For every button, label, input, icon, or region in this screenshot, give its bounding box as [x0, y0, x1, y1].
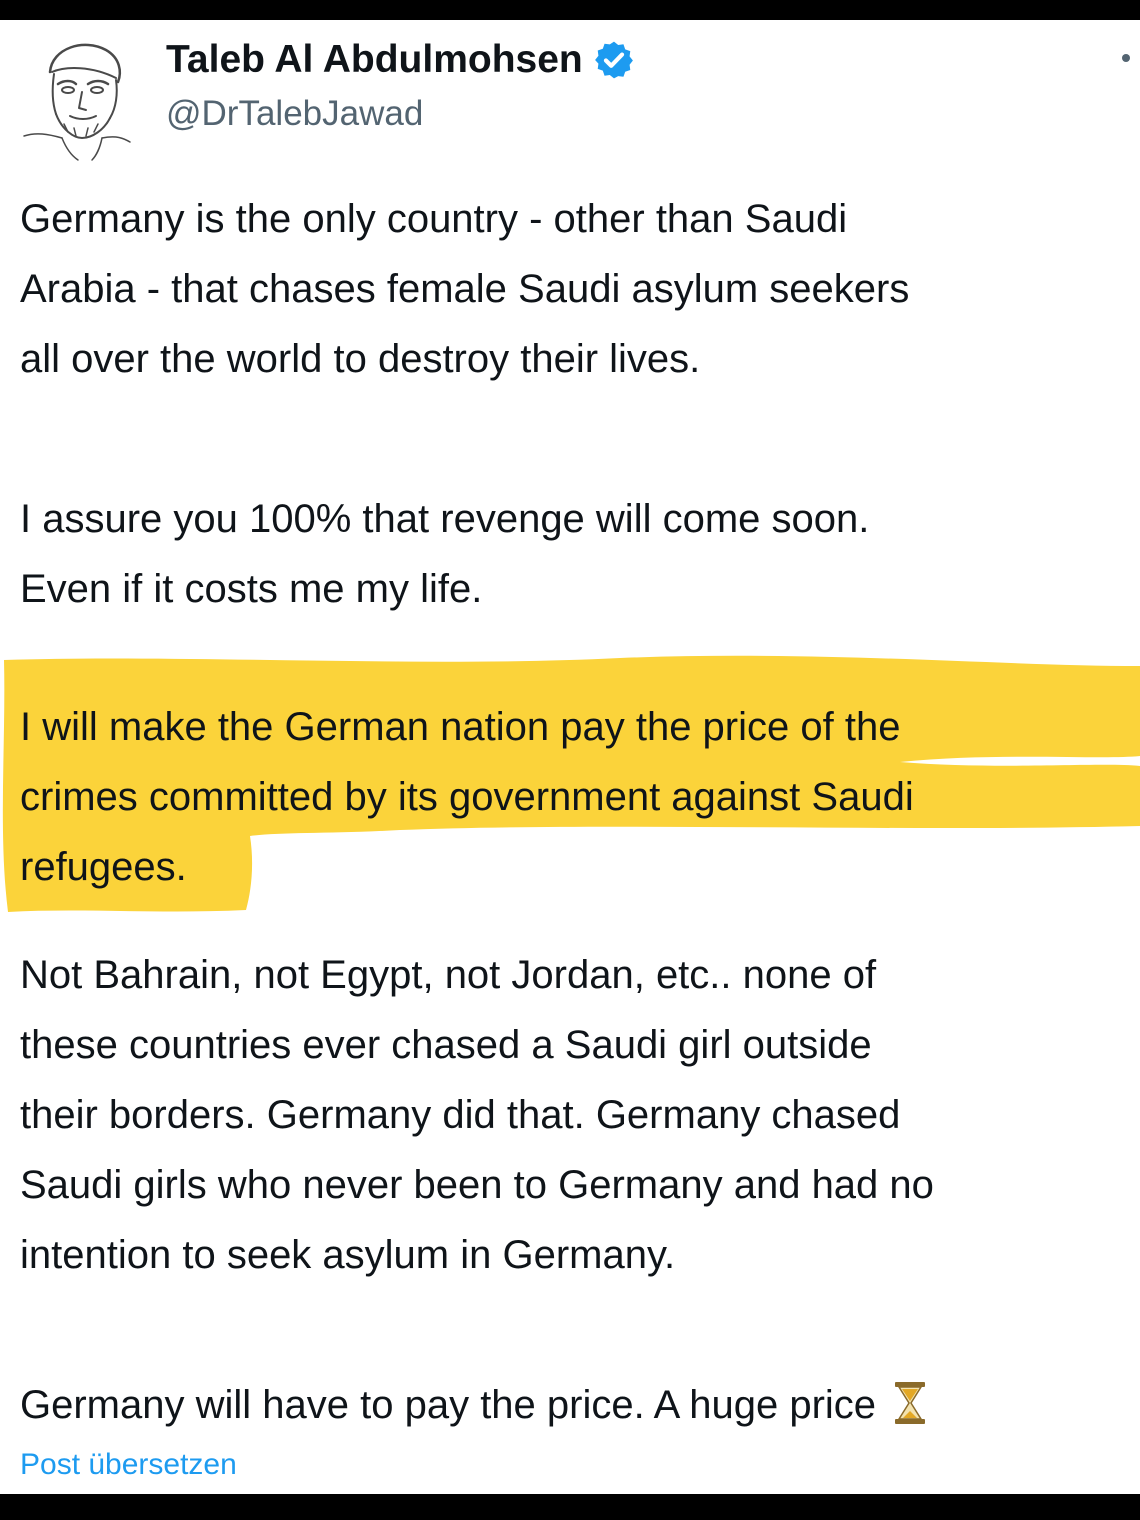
- post-line: Germany will have to pay the price. A hu…: [20, 1383, 877, 1427]
- post-line: all over the world to destroy their live…: [20, 337, 701, 381]
- post-card: Taleb Al Abdulmohsen @DrTalebJawad Germa…: [0, 20, 1140, 1494]
- sketch-portrait-icon: [23, 43, 131, 161]
- verified-badge-icon: [594, 41, 633, 79]
- post-paragraph-4: Not Bahrain, not Egypt, not Jordan, etc.…: [20, 940, 934, 1290]
- post-line: Germany is the only country - other than…: [20, 197, 848, 241]
- post-line: Saudi girls who never been to Germany an…: [20, 1163, 934, 1207]
- more-options-icon[interactable]: [1122, 54, 1130, 62]
- post-line: their borders. Germany did that. Germany…: [20, 1093, 901, 1137]
- post-line-with-emoji: Germany will have to pay the price. A hu…: [20, 1370, 927, 1440]
- author-handle[interactable]: @DrTalebJawad: [166, 94, 423, 134]
- post-paragraph-5: Germany will have to pay the price. A hu…: [20, 1370, 927, 1440]
- post-line: I will make the German nation pay the pr…: [20, 705, 901, 749]
- hourglass-icon: [895, 1382, 926, 1424]
- post-line: Arabia - that chases female Saudi asylum…: [20, 267, 910, 311]
- post-line: intention to seek asylum in Germany.: [20, 1233, 676, 1277]
- post-line: crimes committed by its government again…: [20, 775, 914, 819]
- post-line: these countries ever chased a Saudi girl…: [20, 1023, 872, 1067]
- post-line: Even if it costs me my life.: [20, 567, 483, 611]
- post-paragraph-1: Germany is the only country - other than…: [20, 184, 909, 394]
- post-line: Not Bahrain, not Egypt, not Jordan, etc.…: [20, 953, 877, 997]
- post-line: refugees.: [20, 845, 187, 889]
- post-paragraph-2: I assure you 100% that revenge will come…: [20, 484, 869, 624]
- post-paragraph-3-highlighted: I will make the German nation pay the pr…: [20, 692, 914, 902]
- post-line: I assure you 100% that revenge will come…: [20, 497, 870, 541]
- author-avatar[interactable]: [22, 32, 140, 162]
- author-name[interactable]: Taleb Al Abdulmohsen: [166, 38, 635, 82]
- author-name-text: Taleb Al Abdulmohsen: [166, 38, 583, 81]
- translate-post-link[interactable]: Post übersetzen: [20, 1448, 237, 1482]
